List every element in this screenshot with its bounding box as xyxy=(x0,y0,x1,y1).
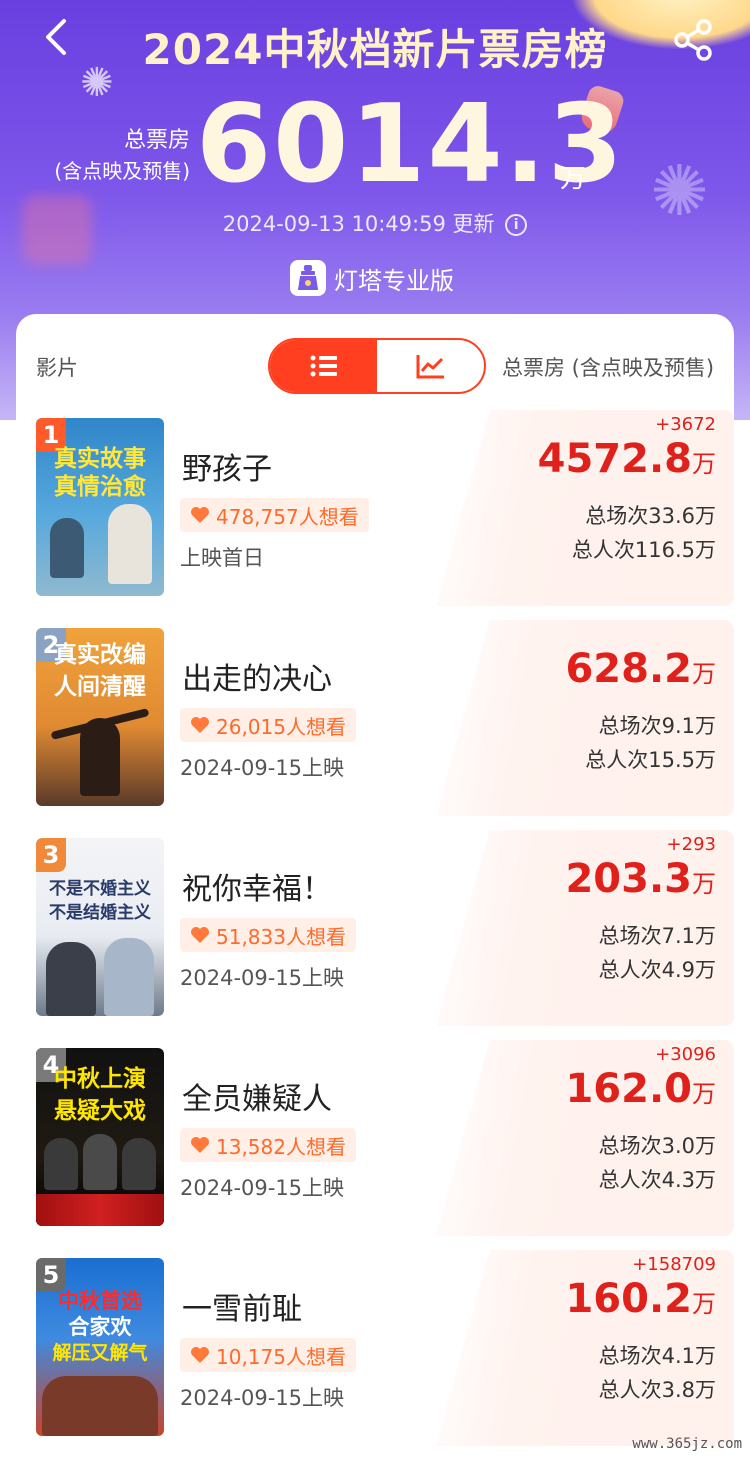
want-to-see-badge: 13,582人想看 xyxy=(180,1128,356,1162)
release-info: 2024-09-15上映 xyxy=(180,966,345,990)
film-row[interactable]: 3 不是不婚主义 不是结婚主义 祝你幸福！ 51,833人想看 2024-09-… xyxy=(16,830,734,1026)
total-admissions: 总人次116.5万 xyxy=(571,538,716,562)
box-office-unit: 万 xyxy=(692,660,716,688)
poster-tagline: 解压又解气 xyxy=(52,1342,148,1364)
box-office-delta: +3096 xyxy=(655,1044,716,1065)
box-office-number: 162.0 xyxy=(565,1066,692,1112)
heart-icon xyxy=(191,507,209,523)
poster-tagline: 真情治愈 xyxy=(54,474,146,500)
film-row[interactable]: 5 中秋首选 合家欢 解压又解气 一雪前耻 10,175人想看 2024-09-… xyxy=(16,1250,734,1446)
film-name[interactable]: 出走的决心 xyxy=(182,654,332,698)
film-row[interactable]: 2 真实改编 人间清醒 出走的决心 26,015人想看 2024-09-15上映… xyxy=(16,620,734,816)
box-office-value: 162.0万 xyxy=(565,1066,716,1112)
box-office-unit: 万 xyxy=(692,870,716,898)
list-view-tab[interactable] xyxy=(270,340,377,392)
poster-tagline: 真实改编 xyxy=(54,642,146,668)
poster-tagline: 真实故事 xyxy=(54,446,146,472)
poster-tagline: 悬疑大戏 xyxy=(54,1098,146,1124)
heart-icon xyxy=(191,717,209,733)
total-admissions: 总人次4.9万 xyxy=(598,958,716,982)
total-label-note: (含点映及预售) xyxy=(54,159,190,183)
box-office-delta: +158709 xyxy=(632,1254,716,1275)
total-box-office-unit: 万 xyxy=(560,164,587,194)
film-row[interactable]: 1 真实故事 真情治愈 野孩子 478,757人想看 上映首日 +3672 45… xyxy=(16,410,734,606)
brand-name: 灯塔专业版 xyxy=(334,266,454,295)
total-shows: 总场次3.0万 xyxy=(598,1134,716,1158)
want-count: 13,582人想看 xyxy=(216,1134,346,1159)
box-office-unit: 万 xyxy=(692,450,716,478)
dengta-logo-icon xyxy=(290,260,326,296)
box-office-unit: 万 xyxy=(692,1080,716,1108)
film-name[interactable]: 一雪前耻 xyxy=(182,1284,302,1328)
box-office-value: 4572.8万 xyxy=(538,436,716,482)
share-icon xyxy=(674,19,712,61)
heart-icon xyxy=(191,1347,209,1363)
total-shows: 总场次33.6万 xyxy=(585,504,716,528)
update-time-row: 2024-09-13 10:49:59 更新 i xyxy=(0,208,750,238)
want-to-see-badge: 26,015人想看 xyxy=(180,708,356,742)
total-label-main: 总票房 xyxy=(123,128,190,153)
box-office-number: 4572.8 xyxy=(537,436,692,482)
want-count: 26,015人想看 xyxy=(216,714,346,739)
poster-tagline: 人间清醒 xyxy=(54,674,146,700)
box-office-value: 628.2万 xyxy=(565,646,716,692)
view-toggle xyxy=(268,338,486,394)
share-button[interactable] xyxy=(672,18,720,62)
release-info: 上映首日 xyxy=(180,546,264,570)
update-suffix: 更新 xyxy=(452,212,495,236)
film-poster: 1 真实故事 真情治愈 xyxy=(36,418,164,596)
box-office-number: 160.2 xyxy=(565,1276,692,1322)
film-poster: 2 真实改编 人间清醒 xyxy=(36,628,164,806)
column-header-film: 影片 xyxy=(36,356,78,380)
total-shows: 总场次4.1万 xyxy=(598,1344,716,1368)
film-name[interactable]: 祝你幸福！ xyxy=(182,864,332,908)
film-poster: 3 不是不婚主义 不是结婚主义 xyxy=(36,838,164,1016)
trend-chart-icon xyxy=(416,355,444,379)
want-count: 51,833人想看 xyxy=(216,924,346,949)
trend-view-tab[interactable] xyxy=(377,340,484,392)
want-to-see-badge: 10,175人想看 xyxy=(180,1338,356,1372)
heart-icon xyxy=(191,927,209,943)
total-shows: 总场次9.1万 xyxy=(598,714,716,738)
release-info: 2024-09-15上映 xyxy=(180,756,345,780)
column-header-total: 总票房 (含点映及预售) xyxy=(502,356,715,380)
film-row[interactable]: 4 中秋上演 悬疑大戏 全员嫌疑人 13,582人想看 2024-09-15上映… xyxy=(16,1040,734,1236)
heart-icon xyxy=(191,1137,209,1153)
box-office-value: 203.3万 xyxy=(565,856,716,902)
watermark: www.365jz.com xyxy=(632,1436,742,1452)
poster-tagline: 中秋上演 xyxy=(54,1066,146,1092)
total-admissions: 总人次15.5万 xyxy=(585,748,716,772)
rank-badge: 3 xyxy=(36,838,66,872)
want-count: 10,175人想看 xyxy=(216,1344,346,1369)
page-title: 2024中秋档新片票房榜 xyxy=(142,25,608,74)
film-poster: 5 中秋首选 合家欢 解压又解气 xyxy=(36,1258,164,1436)
release-info: 2024-09-15上映 xyxy=(180,1176,345,1200)
info-icon[interactable]: i xyxy=(505,214,528,236)
total-box-office-label: 总票房 (含点映及预售) xyxy=(40,126,190,186)
want-count: 478,757人想看 xyxy=(216,504,359,529)
total-admissions: 总人次4.3万 xyxy=(598,1168,716,1192)
film-name[interactable]: 野孩子 xyxy=(182,444,272,488)
box-office-delta: +3672 xyxy=(655,414,716,435)
film-name[interactable]: 全员嫌疑人 xyxy=(182,1074,332,1118)
brand-row: 灯塔专业版 xyxy=(290,258,454,298)
box-office-unit: 万 xyxy=(692,1290,716,1318)
want-to-see-badge: 51,833人想看 xyxy=(180,918,356,952)
update-time: 2024-09-13 10:49:59 xyxy=(222,212,446,236)
release-info: 2024-09-15上映 xyxy=(180,1386,345,1410)
list-icon xyxy=(310,355,337,377)
box-office-number: 628.2 xyxy=(565,646,692,692)
poster-tagline: 不是结婚主义 xyxy=(49,903,151,923)
want-to-see-badge: 478,757人想看 xyxy=(180,498,369,532)
ranking-card: 影片 总票房 (含点映及预售) 1 真实故事 真情治愈 野孩子 478,757人… xyxy=(16,314,734,1461)
box-office-delta: +293 xyxy=(666,834,716,855)
box-office-number: 203.3 xyxy=(565,856,692,902)
total-admissions: 总人次3.8万 xyxy=(598,1378,716,1402)
box-office-value: 160.2万 xyxy=(565,1276,716,1322)
total-shows: 总场次7.1万 xyxy=(598,924,716,948)
film-poster: 4 中秋上演 悬疑大戏 xyxy=(36,1048,164,1226)
